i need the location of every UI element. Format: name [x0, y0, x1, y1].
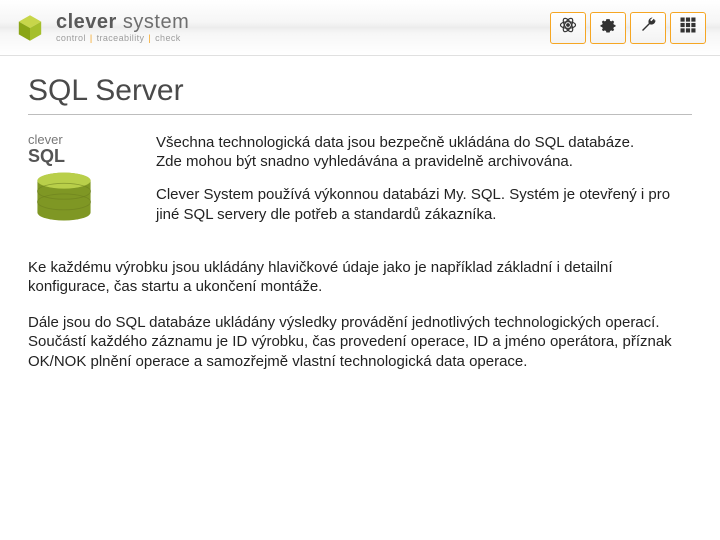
tool-wrench[interactable]	[630, 12, 666, 44]
brand-cube-icon	[14, 12, 46, 44]
database-icon	[28, 170, 100, 232]
atom-icon	[558, 15, 578, 40]
page-title: SQL Server	[28, 74, 692, 115]
brand-tagline: control|traceability|check	[56, 34, 189, 43]
content-area: SQL Server clever SQL Všechna technologi…	[0, 56, 720, 371]
body-paragraphs: Ke každému výrobku jsou ukládány hlavičk…	[28, 258, 692, 372]
sql-logo-text: clever SQL	[28, 133, 65, 166]
brand-text: clever system control|traceability|check	[56, 12, 189, 43]
intro-paragraph-1: Všechna technologická data jsou bezpečně…	[156, 133, 692, 171]
intro-paragraphs: Všechna technologická data jsou bezpečně…	[156, 133, 692, 238]
wrench-icon	[638, 15, 658, 40]
intro-row: clever SQL Všechna technologická data js…	[28, 133, 692, 238]
tool-grid[interactable]	[670, 12, 706, 44]
body-paragraph-2: Dále jsou do SQL databáze ukládány výsle…	[28, 313, 692, 372]
toolbar	[550, 12, 706, 44]
tool-settings[interactable]	[590, 12, 626, 44]
brand-main: clever	[56, 11, 117, 33]
body-paragraph-1: Ke každému výrobku jsou ukládány hlavičk…	[28, 258, 692, 297]
gear-icon	[598, 15, 618, 40]
tool-atom[interactable]	[550, 12, 586, 44]
brand-secondary: system	[123, 11, 189, 33]
clever-sql-logo: clever SQL	[28, 133, 138, 238]
brand-name: clever system	[56, 12, 189, 32]
header-bar: clever system control|traceability|check	[0, 0, 720, 56]
grid-icon	[678, 15, 698, 40]
brand: clever system control|traceability|check	[14, 12, 189, 44]
intro-paragraph-2: Clever System používá výkonnou databázi …	[156, 185, 692, 223]
